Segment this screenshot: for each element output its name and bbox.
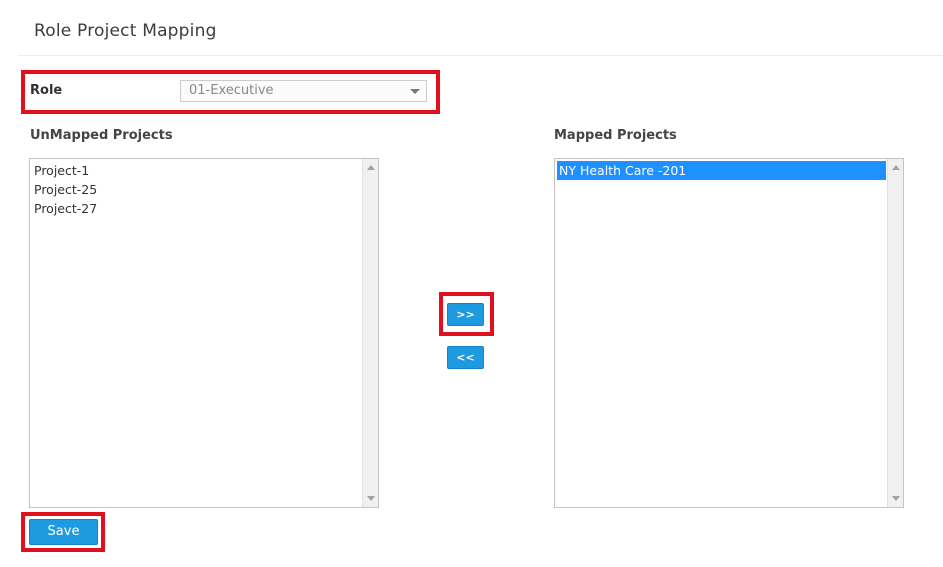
unmapped-projects-listbox[interactable]: Project-1 Project-25 Project-27 [29,158,379,508]
scroll-up-arrow-icon[interactable] [367,165,375,170]
list-item[interactable]: Project-1 [32,161,361,180]
list-item-selected[interactable]: NY Health Care -201 [557,161,886,180]
mapped-projects-label: Mapped Projects [554,128,677,143]
page-title: Role Project Mapping [34,21,217,41]
move-left-button[interactable]: << [447,346,484,369]
role-label: Role [30,83,63,98]
unmapped-projects-items: Project-1 Project-25 Project-27 [32,161,361,218]
role-project-mapping-page: Role Project Mapping Role 01-Executive U… [0,0,943,567]
mapped-projects-listbox[interactable]: NY Health Care -201 [554,158,904,508]
chevron-down-icon [410,89,420,94]
mapped-scrollbar[interactable] [887,159,903,507]
scroll-down-arrow-icon[interactable] [367,496,375,501]
scroll-up-arrow-icon[interactable] [892,165,900,170]
role-select[interactable]: 01-Executive [180,80,427,102]
title-divider [18,55,943,56]
role-selected-value: 01-Executive [189,83,274,98]
save-button[interactable]: Save [29,519,98,545]
unmapped-projects-label: UnMapped Projects [30,128,173,143]
scroll-down-arrow-icon[interactable] [892,496,900,501]
list-item[interactable]: Project-27 [32,199,361,218]
unmapped-scrollbar[interactable] [362,159,378,507]
list-item[interactable]: Project-25 [32,180,361,199]
mapped-projects-items: NY Health Care -201 [557,161,886,180]
move-right-button[interactable]: >> [447,303,484,326]
